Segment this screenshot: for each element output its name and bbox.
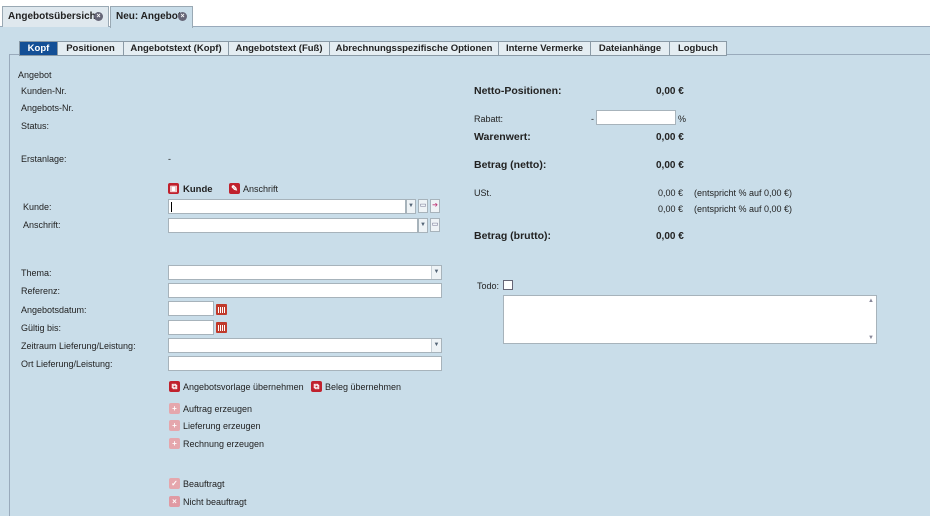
copy-icon[interactable]: ⧉ [311,381,322,392]
chevron-down-icon: ▼ [431,339,441,352]
plus-icon[interactable]: + [169,420,180,431]
panel-frame [9,54,930,516]
document-tabbar: Angebotsübersicht × Neu: Angebot × [0,0,930,28]
lieferung-button[interactable]: Lieferung erzeugen [183,421,261,431]
netto-positionen-value: 0,00 € [656,86,684,97]
rechnung-button[interactable]: Rechnung erzeugen [183,439,264,449]
rabatt-label: Rabatt: [474,114,504,124]
ort-input[interactable] [168,356,442,371]
calendar-icon[interactable] [216,304,227,315]
todo-checkbox[interactable] [503,280,513,290]
zeitraum-select[interactable]: ▼ [168,338,442,353]
close-icon[interactable]: × [178,12,187,21]
vorlage-button[interactable]: Angebotsvorlage übernehmen [183,382,304,392]
tab-label: Angebotsübersicht [8,11,100,22]
chevron-down-icon[interactable]: ▼ [406,199,416,214]
status-label: Status: [21,121,50,131]
betrag-netto-label: Betrag (netto): [474,159,547,171]
referenz-label: Referenz: [21,286,61,296]
kunde-input[interactable] [168,199,406,214]
tab-kopf[interactable]: Kopf [19,41,57,56]
ust-value-2: 0,00 € [658,204,684,214]
beleg-button[interactable]: Beleg übernehmen [325,382,401,392]
tab-angebotstext-kopf[interactable]: Angebotstext (Kopf) [123,41,228,56]
anschrift-label: Anschrift: [23,220,61,230]
check-icon[interactable]: ✓ [169,478,180,489]
details-icon[interactable]: ▭ [418,199,428,213]
chevron-down-icon[interactable]: ▼ [418,218,428,233]
thema-label: Thema: [21,268,52,278]
angebotsdatum-input[interactable] [168,301,214,316]
rabatt-prefix: - [591,114,594,124]
tab-neu-angebot[interactable]: Neu: Angebot × [110,6,193,28]
chevron-down-icon: ▼ [431,266,441,279]
template-icon[interactable]: ⧉ [169,381,180,392]
ust-value-1: 0,00 € [658,188,684,198]
tab-abrechnungsspezifische-optionen[interactable]: Abrechnungsspezifische Optionen [329,41,498,56]
kunde-radio-icon[interactable]: ▣ [168,183,179,194]
kunden-nr-label: Kunden-Nr. [21,86,67,96]
angebots-nr-label: Angebots-Nr. [21,103,74,113]
rabatt-input[interactable] [596,110,676,125]
close-icon[interactable]: × [94,12,103,21]
kunde-label: Kunde: [23,202,52,212]
beauftragt-button[interactable]: Beauftragt [183,479,225,489]
tab-angebotsuebersicht[interactable]: Angebotsübersicht × [2,6,109,27]
scroll-down-icon[interactable]: ▼ [868,335,874,341]
gueltig-bis-label: Gültig bis: [21,323,62,333]
tab-logbuch[interactable]: Logbuch [669,41,727,56]
plus-icon[interactable]: + [169,403,180,414]
arrow-right-icon[interactable]: ➔ [430,199,440,213]
betrag-brutto-label: Betrag (brutto): [474,230,551,242]
ust-note-2: (entspricht % auf 0,00 €) [694,204,793,214]
anschrift-input[interactable] [168,218,418,233]
tab-interne-vermerke[interactable]: Interne Vermerke [498,41,590,56]
cross-icon[interactable]: × [169,496,180,507]
referenz-input[interactable] [168,283,442,298]
details-icon[interactable]: ▭ [430,218,440,232]
todo-textarea[interactable]: ▲ ▼ [503,295,877,344]
erstanlage-label: Erstanlage: [21,154,67,164]
edit-icon[interactable]: ✎ [229,183,240,194]
nicht-beauftragt-button[interactable]: Nicht beauftragt [183,497,247,507]
betrag-brutto-value: 0,00 € [656,231,684,242]
erstanlage-value: - [168,154,171,164]
gueltig-bis-input[interactable] [168,320,214,335]
ust-label: USt. [474,188,492,198]
tab-label: Neu: Angebot [116,11,182,22]
netto-positionen-label: Netto-Positionen: [474,85,562,97]
tab-positionen[interactable]: Positionen [57,41,123,56]
auftrag-button[interactable]: Auftrag erzeugen [183,404,252,414]
warenwert-label: Warenwert: [474,131,531,143]
subtab-bar: Kopf Positionen Angebotstext (Kopf) Ange… [19,41,727,56]
rabatt-unit: % [678,114,687,124]
kunde-toggle-label[interactable]: Kunde [183,184,213,195]
ort-label: Ort Lieferung/Leistung: [21,359,113,369]
betrag-netto-value: 0,00 € [656,160,684,171]
ust-note-1: (entspricht % auf 0,00 €) [694,188,793,198]
scroll-up-icon[interactable]: ▲ [868,298,874,304]
tab-angebotstext-fuss[interactable]: Angebotstext (Fuß) [228,41,329,56]
angebotsdatum-label: Angebotsdatum: [21,305,87,315]
thema-select[interactable]: ▼ [168,265,442,280]
calendar-icon[interactable] [216,322,227,333]
angebot-heading: Angebot [18,70,52,80]
zeitraum-label: Zeitraum Lieferung/Leistung: [21,341,136,351]
todo-label: Todo: [477,281,500,291]
warenwert-value: 0,00 € [656,132,684,143]
plus-icon[interactable]: + [169,438,180,449]
anschrift-toggle-label[interactable]: Anschrift [243,184,278,194]
tab-dateianhaenge[interactable]: Dateianhänge [590,41,669,56]
